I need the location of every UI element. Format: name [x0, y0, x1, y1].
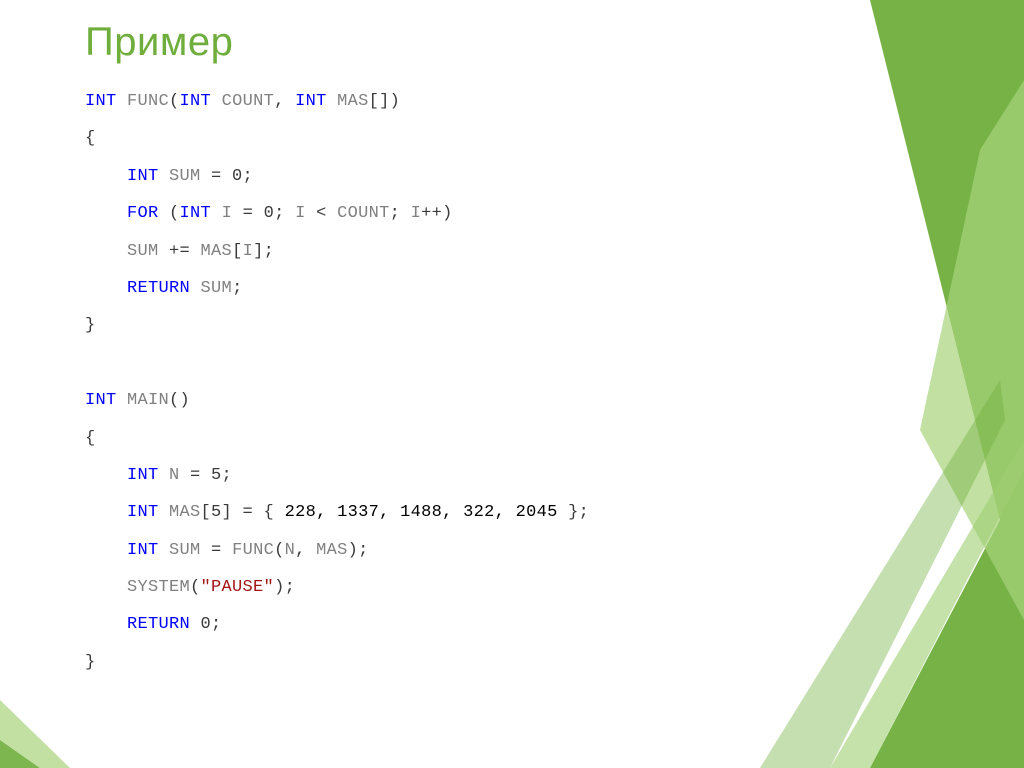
code-token: 228, 1337, 1488, 322, 2045: [285, 503, 558, 522]
code-token: <: [306, 204, 338, 223]
code-token: ,: [274, 92, 295, 111]
code-token: mas: [201, 242, 233, 261]
code-token: func: [232, 541, 274, 560]
code-indent: [85, 242, 127, 261]
code-indent: [85, 503, 127, 522]
code-indent: [85, 578, 127, 597]
code-token: N: [159, 466, 180, 485]
code-token: int: [127, 466, 159, 485]
code-token: [5] = {: [201, 503, 285, 522]
code-token: int: [127, 503, 159, 522]
code-token: int: [295, 92, 327, 111]
code-token: i: [295, 204, 306, 223]
slide: Пример int func(int count, int mas[]) { …: [0, 0, 1024, 768]
code-token: ,: [295, 541, 316, 560]
code-token: N: [285, 541, 296, 560]
code-token: int: [85, 391, 117, 410]
slide-title: Пример: [85, 20, 904, 65]
code-token: ;: [390, 204, 411, 223]
code-token: =: [201, 541, 233, 560]
code-token: sum: [159, 541, 201, 560]
code-token: (): [169, 391, 190, 410]
code-token: "pause": [201, 578, 275, 597]
code-token: i: [211, 204, 232, 223]
code-token: mas: [327, 92, 369, 111]
code-token: i: [411, 204, 422, 223]
code-indent: [85, 204, 127, 223]
code-token: []): [369, 92, 401, 111]
code-token: return: [127, 615, 190, 634]
code-token: (: [159, 204, 180, 223]
code-token: );: [274, 578, 295, 597]
code-token: ];: [253, 242, 274, 261]
code-token: count: [211, 92, 274, 111]
code-token: system: [127, 578, 190, 597]
code-token: = 0;: [201, 167, 254, 186]
code-token: = 0;: [232, 204, 295, 223]
code-indent: [85, 615, 127, 634]
code-token: [: [232, 242, 243, 261]
code-indent: [85, 279, 127, 298]
code-token: main: [117, 391, 170, 410]
code-token: sum: [127, 242, 159, 261]
code-token: }: [85, 316, 96, 335]
code-blank: [85, 354, 96, 373]
code-token: i: [243, 242, 254, 261]
code-token: mas: [159, 503, 201, 522]
code-token: (: [190, 578, 201, 597]
code-block: int func(int count, int mas[]) { int sum…: [85, 83, 904, 681]
code-indent: [85, 167, 127, 186]
code-token: 0;: [190, 615, 222, 634]
code-token: };: [558, 503, 590, 522]
code-token: mas: [316, 541, 348, 560]
code-token: );: [348, 541, 369, 560]
code-token: (: [274, 541, 285, 560]
code-token: int: [127, 541, 159, 560]
code-token: ;: [232, 279, 243, 298]
code-token: [190, 279, 201, 298]
code-token: {: [85, 129, 96, 148]
code-token: sum: [159, 167, 201, 186]
slide-content: Пример int func(int count, int mas[]) { …: [85, 20, 904, 681]
code-token: int: [180, 92, 212, 111]
code-token: = 5;: [180, 466, 233, 485]
code-indent: [85, 541, 127, 560]
code-token: }: [85, 653, 96, 672]
code-token: for: [127, 204, 159, 223]
code-token: return: [127, 279, 190, 298]
code-indent: [85, 466, 127, 485]
code-token: ++): [421, 204, 453, 223]
code-token: {: [85, 429, 96, 448]
code-token: sum: [201, 279, 233, 298]
code-token: int: [180, 204, 212, 223]
code-token: (: [169, 92, 180, 111]
code-token: count: [337, 204, 390, 223]
code-token: int: [127, 167, 159, 186]
code-token: func: [117, 92, 170, 111]
code-token: int: [85, 92, 117, 111]
code-token: +=: [159, 242, 201, 261]
